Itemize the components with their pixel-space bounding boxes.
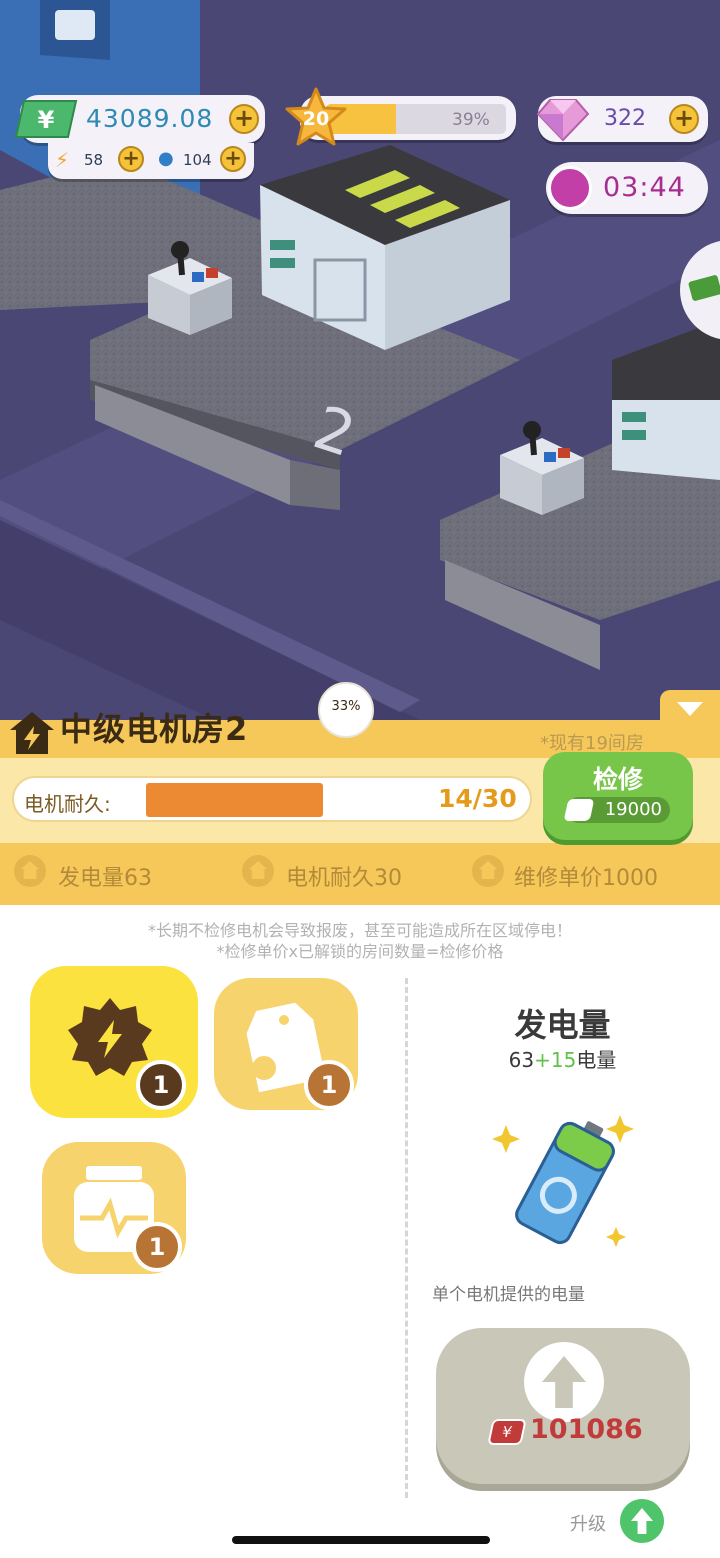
upgrade-cost[interactable]: 101086	[530, 1414, 643, 1445]
skill-detail-value: 63+15电量	[405, 1044, 720, 1073]
gem-icon	[536, 99, 590, 142]
durability-value: 14/30	[438, 784, 517, 813]
skill-level-badge: 1	[304, 1060, 354, 1110]
skill-detail-description: 单个电机提供的电量	[432, 1285, 585, 1305]
lightning-icon: ⚡	[55, 148, 70, 172]
level-progress-text: 39%	[452, 110, 490, 130]
upgrade-arrow-icon[interactable]	[524, 1342, 604, 1422]
timer-value: 03:44	[603, 172, 686, 203]
upgrade-arrow-icon[interactable]	[620, 1499, 664, 1543]
repair-label[interactable]: 检修	[543, 760, 693, 796]
chevron-down-icon	[677, 702, 703, 716]
room-title: 中级电机房2	[60, 710, 249, 748]
cash-icon	[563, 799, 595, 821]
add-energy-button[interactable]: +	[118, 146, 144, 172]
home-indicator[interactable]	[232, 1536, 490, 1544]
home-bolt-icon	[10, 712, 54, 754]
skill-level-badge: 1	[136, 1060, 186, 1110]
add-money-button[interactable]: +	[229, 104, 259, 134]
add-gems-button[interactable]: +	[669, 104, 699, 134]
energy-value: 58	[84, 151, 104, 169]
collapse-panel-button[interactable]	[660, 690, 720, 730]
cash-icon: ¥	[14, 100, 78, 138]
upgrade-house-icon	[472, 855, 504, 887]
skill-level-badge: 1	[132, 1222, 182, 1272]
durability-label: 电机耐久:	[24, 792, 111, 816]
money-value: 43089.08	[86, 104, 214, 133]
skill-tile-durability[interactable]: 1	[214, 978, 358, 1110]
skill-detail-title: 发电量	[514, 1006, 611, 1044]
water-drop-icon: ●	[158, 148, 174, 169]
skill-tile-output[interactable]: 1	[30, 966, 198, 1118]
clock-icon	[548, 166, 592, 210]
add-water-button[interactable]: +	[220, 146, 246, 172]
stat-repair-price: 维修单价1000	[514, 866, 658, 891]
upgrade-label: 升级	[570, 1514, 606, 1535]
stat-output: 发电量63	[58, 866, 152, 891]
player-level: 20	[302, 108, 330, 130]
skill-bonus-value: +15	[534, 1048, 577, 1072]
room-completion-text: 33%	[331, 699, 361, 714]
upgrade-house-icon	[242, 855, 274, 887]
repair-formula-note: *检修单价x已解锁的房间数量=检修价格	[216, 942, 504, 961]
skill-base-value: 63	[508, 1048, 535, 1072]
skill-tile-repair[interactable]: 1	[42, 1142, 186, 1274]
svg-text:¥: ¥	[38, 106, 55, 134]
battery-icon	[492, 1115, 634, 1247]
skill-unit: 电量	[576, 1048, 617, 1072]
upgrade-house-icon	[14, 855, 46, 887]
water-value: 104	[183, 151, 212, 169]
gem-value: 322	[604, 106, 646, 131]
durability-fill	[146, 783, 323, 817]
stat-durability: 电机耐久30	[286, 866, 402, 891]
cash-icon: ¥	[487, 1419, 527, 1445]
